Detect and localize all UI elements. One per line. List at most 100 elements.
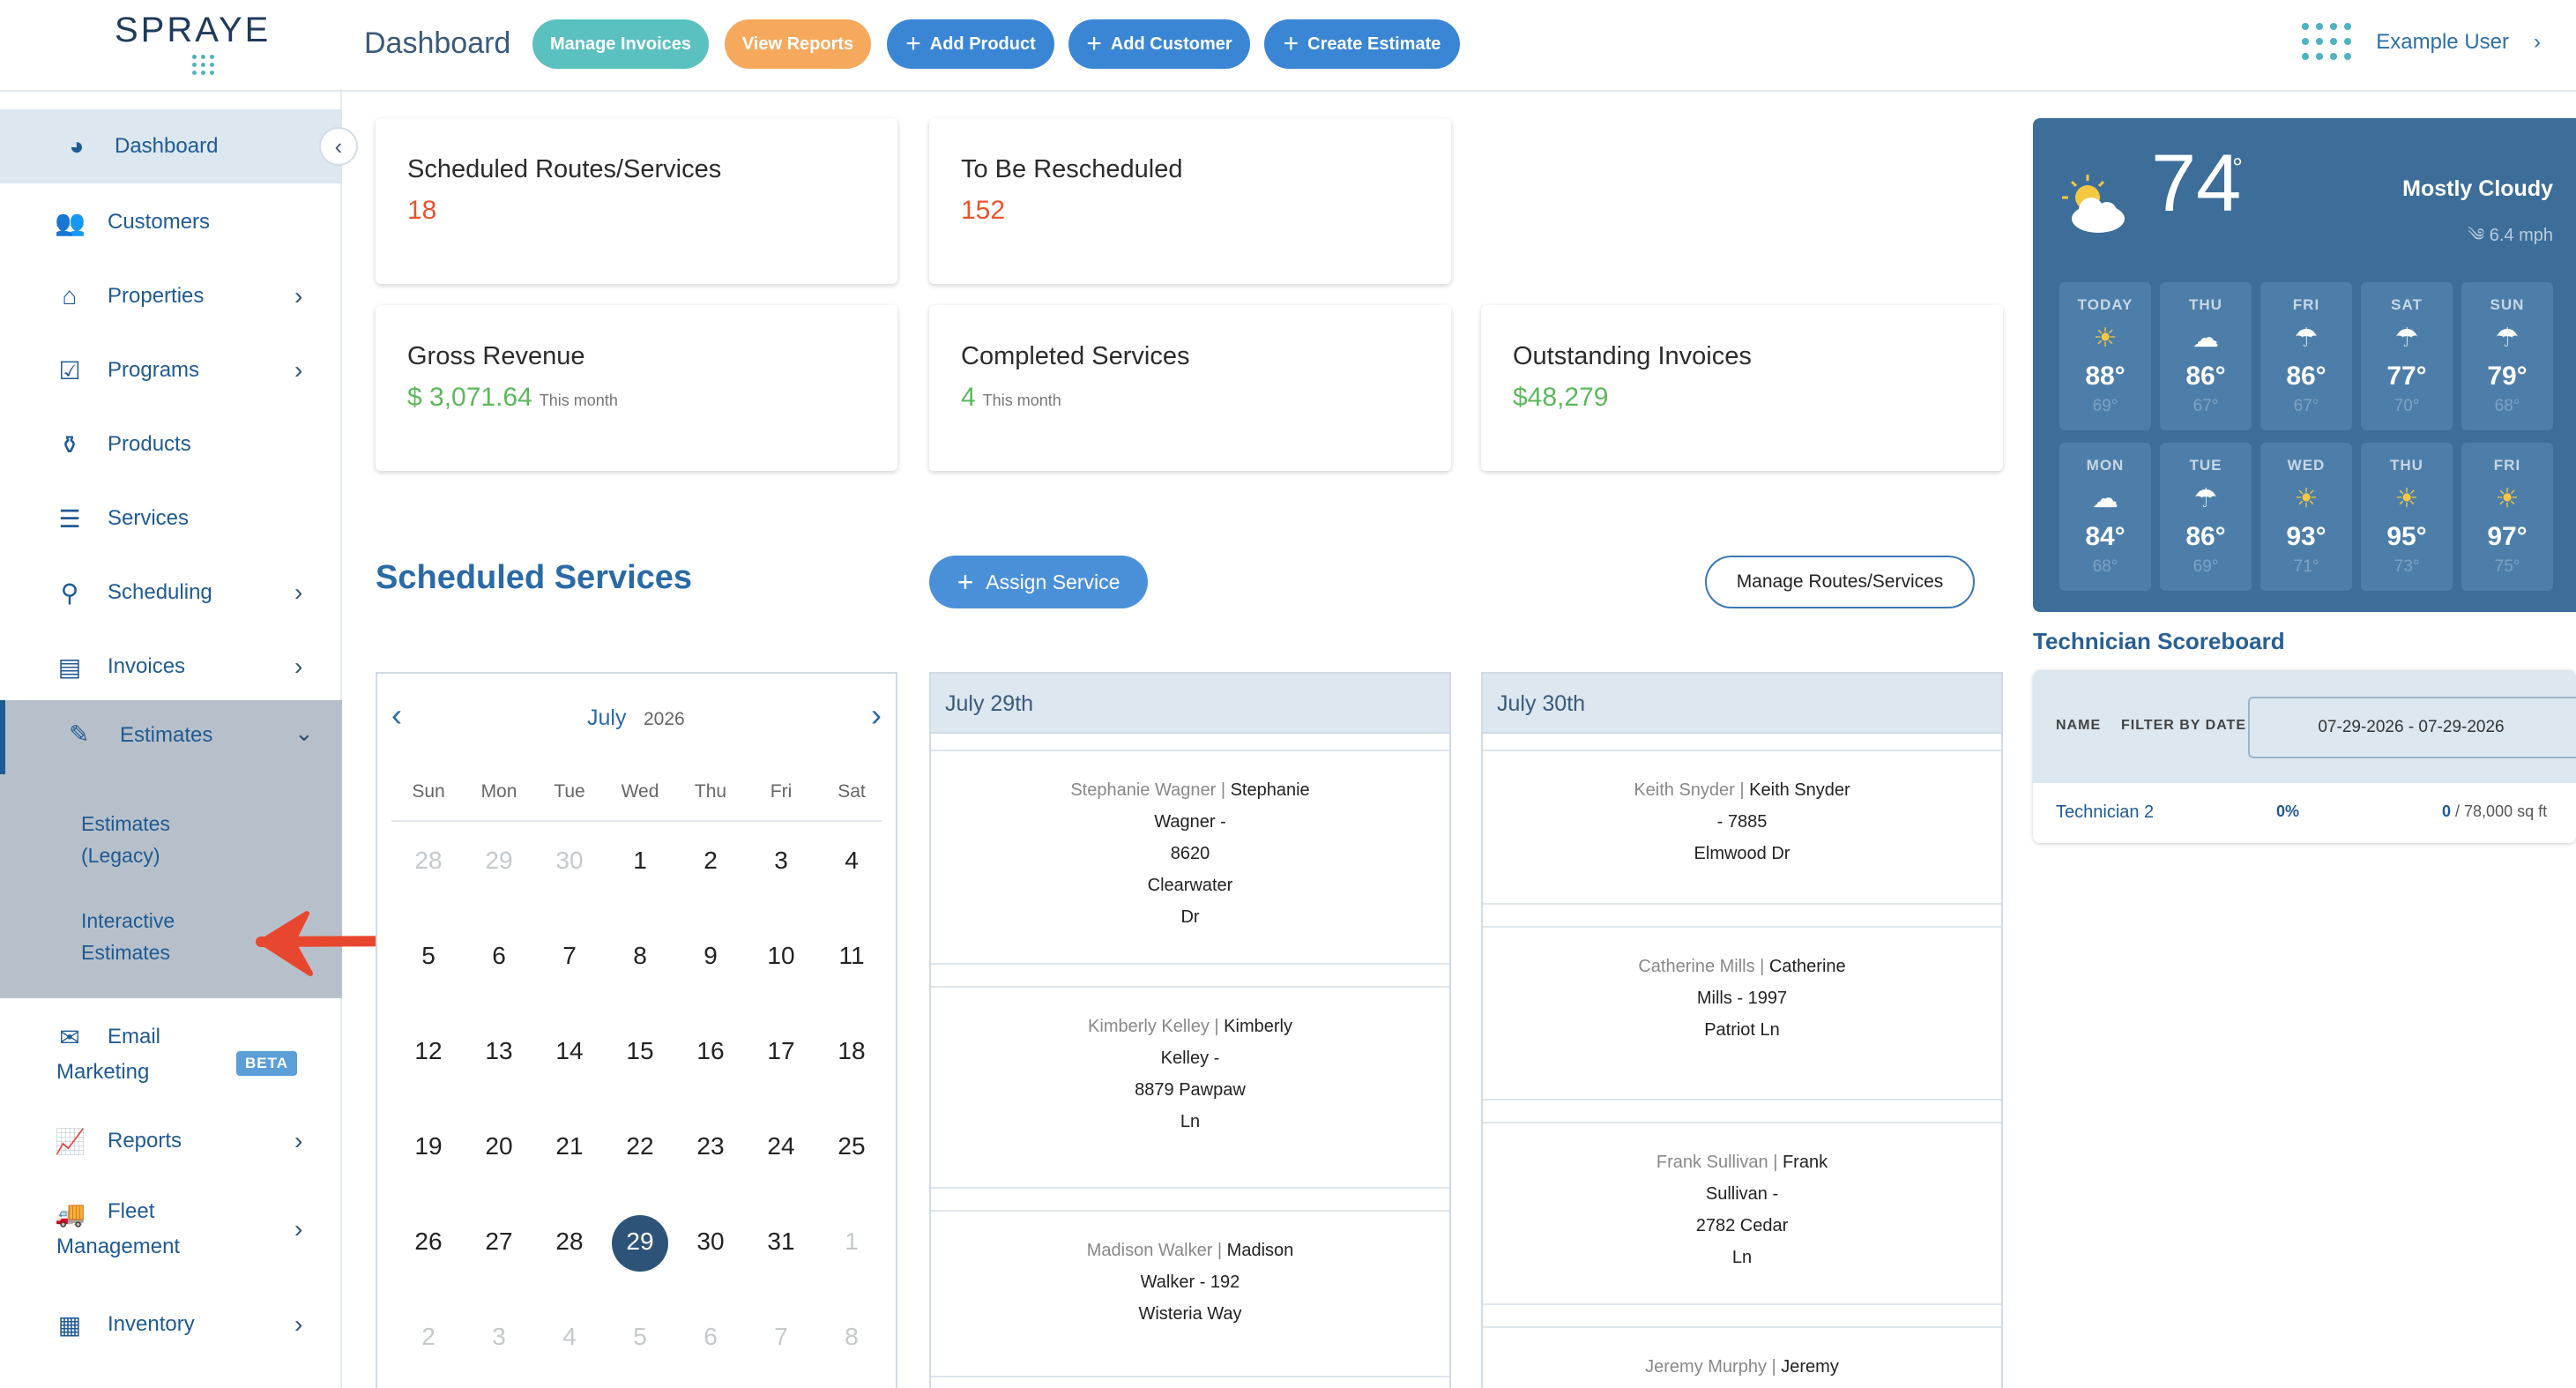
sprayer-logo[interactable]: SPRAYE [115, 11, 268, 75]
sidebar-item-invoices[interactable]: ▤ Invoices › [0, 645, 342, 688]
add-customer-button[interactable]: + Add Customer [1068, 19, 1250, 69]
calendar-day[interactable]: 9 [674, 942, 748, 970]
service-card[interactable]: Kimberly Kelley | Kimberly Kelley - 8879 P… [931, 986, 1449, 1189]
add-product-button[interactable]: + Add Product [887, 19, 1054, 69]
sidebar-item-reports[interactable]: 📈 Reports › [0, 1120, 342, 1162]
calendar-year[interactable]: 2026 [644, 709, 685, 730]
sidebar-item-properties[interactable]: ⌂ Properties › [0, 275, 342, 317]
submenu-estimates-legacy[interactable]: Estimates (Legacy) [81, 808, 170, 871]
stat-card-completed[interactable]: Completed Services 4 This month [929, 305, 1451, 471]
service-card[interactable]: Frank Sullivan | Frank Sullivan - 2782 Ced… [1483, 1122, 2001, 1305]
calendar-day[interactable]: 5 [603, 1323, 677, 1351]
stat-card-gross-revenue[interactable]: Gross Revenue $ 3,071.64 This month [376, 305, 897, 471]
calendar-day[interactable]: 27 [462, 1228, 536, 1256]
sidebar-item-customers[interactable]: 👥 Customers [0, 201, 342, 243]
create-estimate-label: Create Estimate [1307, 34, 1441, 54]
calendar-day[interactable]: 1 [603, 847, 677, 875]
calendar-day[interactable]: 8 [603, 942, 677, 970]
apps-grid-icon[interactable] [2302, 23, 2352, 62]
sidebar-item-products[interactable]: ⚱ Products [0, 423, 342, 466]
calendar-day[interactable]: 28 [391, 847, 465, 875]
collapse-sidebar-button[interactable]: ‹ [319, 127, 358, 166]
sidebar-item-inventory[interactable]: ▦ Inventory › [0, 1303, 342, 1346]
calendar-day[interactable]: 8 [815, 1323, 889, 1351]
sidebar-item-fleet-management[interactable]: 🚚 Fleet Management › [0, 1190, 342, 1275]
calendar-month[interactable]: July [587, 705, 626, 731]
forecast-high: 86° [2185, 522, 2226, 551]
assign-service-button[interactable]: + Assign Service [929, 556, 1148, 608]
calendar-day[interactable]: 25 [815, 1132, 889, 1160]
calendar-day[interactable]: 13 [462, 1037, 536, 1065]
service-card[interactable]: Stephanie Wagner | Stephanie Wagner - 8620… [931, 750, 1449, 965]
service-line: Kimberly [1224, 1017, 1292, 1036]
calendar-day[interactable]: 30 [674, 1228, 748, 1256]
calendar-day[interactable]: 15 [603, 1037, 677, 1065]
calendar-day[interactable]: 2 [391, 1323, 465, 1351]
calendar-next-icon[interactable]: › [871, 697, 882, 734]
service-card[interactable]: Catherine Mills | Catherine Mills - 1997 P… [1483, 926, 2001, 1101]
calendar-day[interactable]: 1 [815, 1228, 889, 1256]
calendar-day[interactable]: 22 [603, 1132, 677, 1160]
stat-title: Gross Revenue [407, 342, 585, 370]
calendar-day[interactable]: 4 [815, 847, 889, 875]
calendar-day[interactable]: 12 [391, 1037, 465, 1065]
calendar-day[interactable]: 3 [744, 847, 818, 875]
sidebar-item-programs[interactable]: ☑ Programs › [0, 349, 342, 392]
view-reports-button[interactable]: View Reports [725, 19, 871, 69]
calendar-day[interactable]: 30 [532, 847, 607, 875]
calendar-day[interactable]: 31 [744, 1228, 818, 1256]
sidebar-item-dashboard[interactable]: ◕ Dashboard [0, 109, 342, 183]
calendar-day[interactable]: 20 [462, 1132, 536, 1160]
calendar-day[interactable]: 4 [532, 1323, 607, 1351]
calendar-day[interactable]: 6 [674, 1323, 748, 1351]
stat-card-scheduled[interactable]: Scheduled Routes/Services 18 [376, 118, 897, 284]
calendar-day[interactable]: 16 [674, 1037, 748, 1065]
manage-routes-button[interactable]: Manage Routes/Services [1705, 556, 1975, 608]
calendar-day[interactable]: 18 [815, 1037, 889, 1065]
service-card[interactable]: Keith Snyder | Keith Snyder - 7885 Elmwood… [1483, 750, 2001, 905]
service-card[interactable]: Madison Walker | Madison Walker - 192 Wist… [931, 1210, 1449, 1377]
user-name[interactable]: Example User [2376, 30, 2509, 55]
sidebar-item-services[interactable]: ☰ Services [0, 497, 342, 540]
calendar-day[interactable]: 14 [532, 1037, 607, 1065]
sidebar-item-estimates[interactable]: ✎ Estimates ⌄ [0, 700, 342, 774]
create-estimate-button[interactable]: + Create Estimate [1264, 19, 1460, 69]
forecast-high: 88° [2085, 362, 2126, 391]
manage-invoices-button[interactable]: Manage Invoices [532, 19, 709, 69]
user-menu[interactable]: Example User › [2302, 23, 2541, 62]
calendar-day[interactable]: 29 [462, 847, 536, 875]
col-header-filter: FILTER BY DATE [2121, 718, 2246, 733]
calendar-day[interactable]: 2 [674, 847, 748, 875]
calendar-day[interactable]: 7 [532, 942, 607, 970]
calendar-day[interactable]: 17 [744, 1037, 818, 1065]
calendar-day[interactable]: 26 [391, 1228, 465, 1256]
calendar-day[interactable]: 21 [532, 1132, 607, 1160]
calendar-day[interactable]: 24 [744, 1132, 818, 1160]
calendar-day[interactable]: 3 [462, 1323, 536, 1351]
submenu-interactive-estimates[interactable]: Interactive Estimates [81, 905, 175, 968]
sidebar-item-label: Properties [108, 284, 205, 308]
submenu-label: Estimates [81, 812, 170, 835]
service-line: Kelley - [1160, 1048, 1220, 1068]
sidebar-item-scheduling[interactable]: ⚲ Scheduling › [0, 571, 342, 614]
stat-card-reschedule[interactable]: To Be Rescheduled 152 [929, 118, 1451, 284]
calendar-day[interactable]: 19 [391, 1132, 465, 1160]
calendar-day[interactable]: 6 [462, 942, 536, 970]
forecast-day-name: MON [2086, 457, 2125, 474]
calendar-prev-icon[interactable]: ‹ [391, 697, 402, 734]
calendar-day[interactable]: 23 [674, 1132, 748, 1160]
calendar-day[interactable]: 7 [744, 1323, 818, 1351]
calendar-day[interactable]: 28 [532, 1228, 607, 1256]
calendar-day-selected[interactable]: 29 [603, 1228, 677, 1256]
calendar-day[interactable]: 11 [815, 942, 889, 970]
calendar-day[interactable]: 10 [744, 942, 818, 970]
technician-name[interactable]: Technician 2 [2056, 802, 2154, 823]
stat-card-outstanding-invoices[interactable]: Outstanding Invoices $48,279 [1481, 305, 2003, 471]
date-range-filter[interactable]: 07-29-2026 - 07-29-2026 [2248, 697, 2576, 758]
wind-icon: ༄ [2468, 226, 2490, 245]
invoice-icon: ▤ [57, 653, 82, 681]
sidebar-item-label: Fleet [108, 1199, 155, 1223]
calendar-day[interactable]: 5 [391, 942, 465, 970]
day-column-header: July 30th [1483, 674, 2001, 734]
service-card[interactable]: Jeremy Murphy | Jeremy Murphy - [1483, 1326, 2001, 1388]
